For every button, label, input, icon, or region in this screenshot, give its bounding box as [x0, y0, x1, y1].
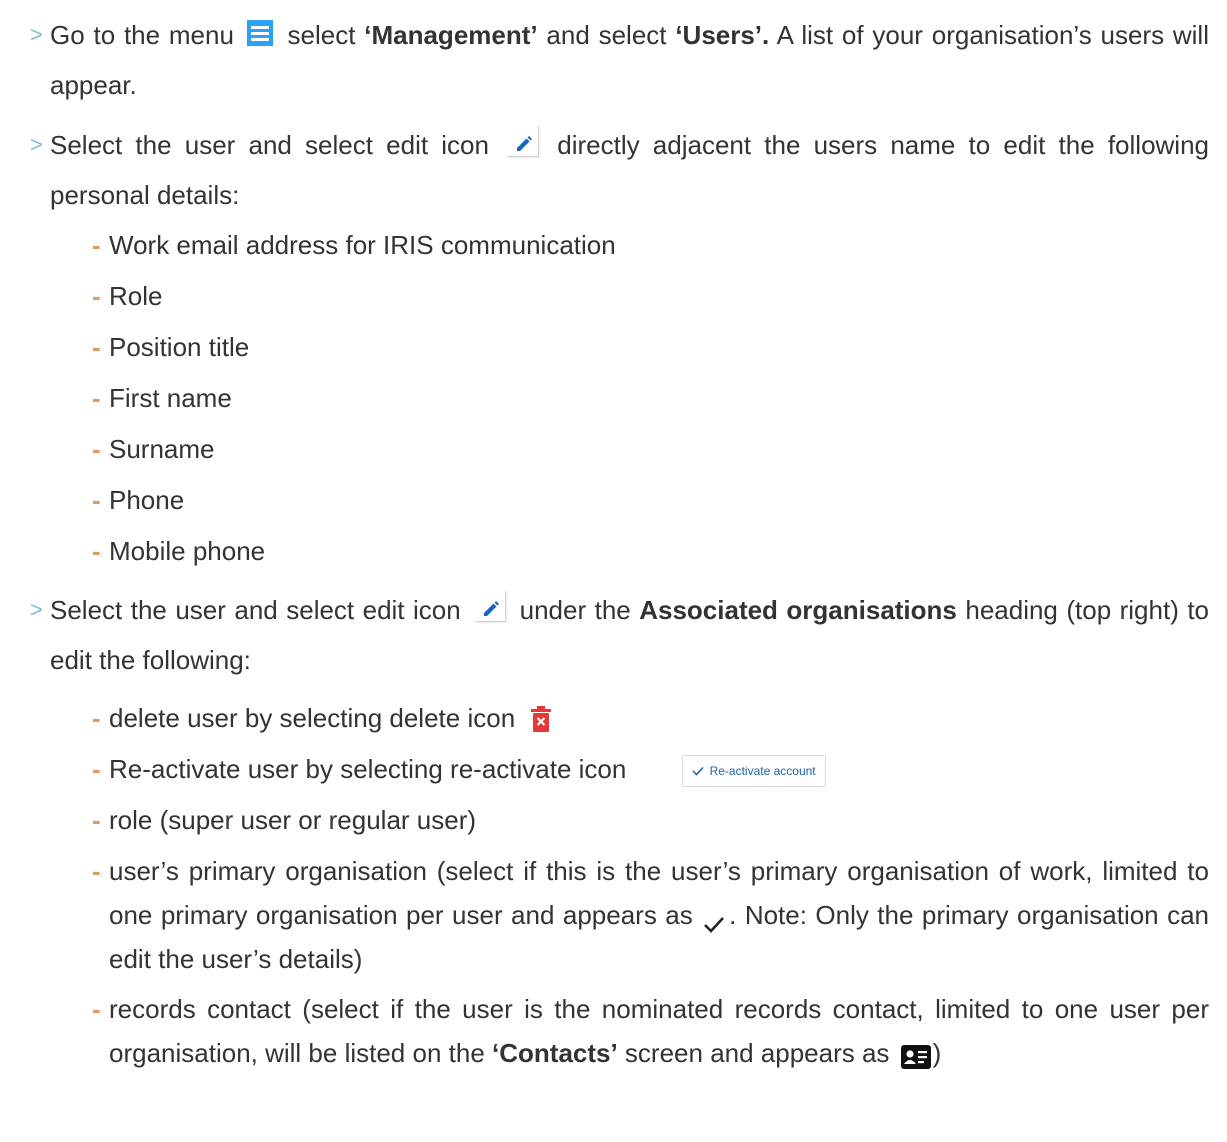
- bullet-dash: -: [92, 230, 101, 260]
- bullet-dash: -: [92, 434, 101, 464]
- item-text: delete user by selecting delete icon: [109, 703, 523, 733]
- list-item: - Re-activate user by selecting re-activa…: [92, 744, 1209, 795]
- menu-icon: [246, 20, 273, 47]
- bullet-dash: -: [92, 383, 101, 413]
- step-edit-personal-details: > Select the user and select edit icon d…: [30, 120, 1209, 220]
- item-text: Position title: [109, 332, 250, 362]
- associated-organisations-label: Associated organisations: [639, 595, 957, 625]
- bullet-dash: -: [92, 332, 101, 362]
- step-go-to-users: > Go to the menu select ‘Management’ and…: [30, 10, 1209, 110]
- list-item: - Mobile phone: [92, 526, 1209, 577]
- list-item: - Work email address for IRIS communicati…: [92, 220, 1209, 271]
- delete-icon: [530, 698, 552, 733]
- users-label: ‘Users’.: [675, 20, 770, 50]
- bullet-dash: -: [92, 703, 101, 733]
- item-text: screen and appears as: [617, 1038, 897, 1068]
- item-text: role (super user or regular user): [109, 805, 477, 835]
- item-text: Re-activate user by selecting re-activat…: [109, 754, 634, 784]
- list-item: - role (super user or regular user): [92, 795, 1209, 846]
- item-text: Work email address for IRIS communicatio…: [109, 230, 616, 260]
- management-label: ‘Management’: [364, 20, 538, 50]
- bullet-dash: -: [92, 485, 101, 515]
- bullet-arrow: >: [30, 597, 43, 622]
- text: and select: [537, 20, 676, 50]
- list-item: - Role: [92, 271, 1209, 322]
- bullet-dash: -: [92, 994, 101, 1024]
- text: under the: [511, 595, 640, 625]
- list-item: - Surname: [92, 424, 1209, 475]
- bullet-arrow: >: [30, 132, 43, 157]
- text: select: [278, 20, 365, 50]
- list-item: - Position title: [92, 322, 1209, 373]
- item-text: Role: [109, 281, 163, 311]
- bullet-dash: -: [92, 805, 101, 835]
- contacts-label: ‘Contacts’: [492, 1038, 618, 1068]
- document: > Go to the menu select ‘Management’ and…: [0, 0, 1227, 1078]
- bullet-dash: -: [92, 281, 101, 311]
- list-item: - delete user by selecting delete icon: [92, 693, 1209, 744]
- organisation-options-list: - delete user by selecting delete icon -R…: [34, 693, 1209, 1078]
- list-item: - user’s primary organisation (select if …: [92, 846, 1209, 984]
- re-activate-label: Re-activate account: [709, 764, 816, 779]
- personal-details-list: - Work email address for IRIS communicati…: [34, 220, 1209, 577]
- item-text: Surname: [109, 434, 215, 464]
- list-item: - First name: [92, 373, 1209, 424]
- text: Go to the menu: [50, 20, 243, 50]
- check-icon: [692, 767, 704, 776]
- step-edit-associated-organisations: > Select the user and select edit icon u…: [30, 585, 1209, 685]
- contact-card-icon: [900, 1038, 931, 1070]
- item-text: ): [932, 1038, 942, 1068]
- list-item: - records contact (select if the user is …: [92, 984, 1209, 1078]
- list-item: - Phone: [92, 475, 1209, 526]
- item-text: Phone: [109, 485, 185, 515]
- step-text: Select the user and select edit icon und…: [50, 585, 1209, 685]
- step-text: Go to the menu select ‘Management’ and s…: [50, 10, 1209, 110]
- step-text: Select the user and select edit icon dir…: [50, 120, 1209, 220]
- bullet-dash: -: [92, 754, 101, 784]
- bullet-dash: -: [92, 856, 101, 886]
- checkmark-icon: [703, 904, 725, 934]
- item-text: Mobile phone: [109, 536, 266, 566]
- bullet-arrow: >: [30, 22, 43, 47]
- text: Select the user and select edit icon: [50, 595, 470, 625]
- item-text: First name: [109, 383, 232, 413]
- re-activate-account-button: Re-activate account: [681, 755, 826, 788]
- bullet-dash: -: [92, 536, 101, 566]
- edit-pencil-icon: [475, 590, 507, 622]
- edit-pencil-icon: [508, 125, 540, 157]
- text: Select the user and select edit icon: [50, 130, 503, 160]
